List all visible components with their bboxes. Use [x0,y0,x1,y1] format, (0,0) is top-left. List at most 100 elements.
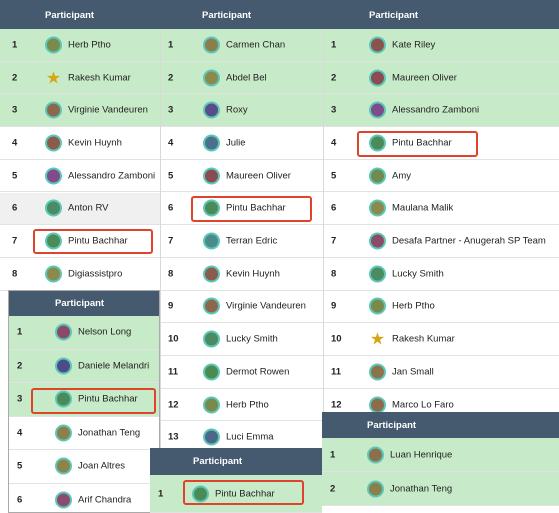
avatar [203,101,220,119]
rank-number: 3 [168,104,174,116]
leaderboard-panel-middle: Participant 1 Pintu Bachhar [150,448,322,513]
avatar [203,265,220,283]
rank-number: 1 [330,449,336,460]
avatar [369,297,386,315]
avatar [45,265,62,283]
participant-name: Abdel Bel [226,72,267,84]
avatar [369,101,386,119]
leaderboard-panel-left: Participant 1 Nelson Long 2 Daniele Melandr… [8,290,160,513]
table-row: 1 Kate Riley [323,29,559,62]
avatar [203,36,220,54]
table-row: 2 Abdel Bel [160,61,323,95]
participant-name: Arif Chandra [78,494,132,506]
table-row: 4 Julie [160,127,323,160]
column-header-participant: Participant [369,10,419,21]
table-row: 2 Daniele Melandri [9,349,159,383]
column-header-participant: Participant [202,10,252,21]
participant-name: Terran Edric [226,235,278,247]
table-row: 4 Kevin Huynh [0,127,160,160]
participant-name: Herb Ptho [68,39,111,51]
rank-number: 1 [12,39,18,51]
avatar [55,491,72,509]
rank-number: 2 [17,360,23,372]
rank-number: 11 [331,366,342,378]
avatar [55,357,72,375]
participant-name: Jonathan Teng [390,483,453,494]
participant-name: Alessandro Zamboni [68,170,156,182]
table-row: 11 Jan Small [323,356,559,389]
table-row: 5 Joan Altres [9,450,159,484]
rank-number: 3 [331,104,337,116]
avatar [203,363,220,381]
table-row: 10 Lucky Smith [160,323,323,356]
column-header-participant: Participant [193,456,243,467]
rank-number: 3 [12,104,18,116]
rank-number: 5 [168,170,174,182]
rank-number: 12 [331,399,342,411]
rank-number: 1 [168,39,174,51]
table-row: 8 Lucky Smith [323,257,559,291]
table-row: 1 Herb Ptho [0,29,160,62]
rank-number: 8 [331,268,337,280]
table-row: 5 Alessandro Zamboni [0,159,160,193]
highlight-box [183,480,304,505]
avatar [55,424,72,442]
rank-number: 6 [168,202,174,214]
rank-number: 12 [168,399,179,411]
avatar [369,199,386,217]
rank-number: 1 [331,39,337,51]
rank-number: 1 [158,488,164,499]
participant-name: Rakesh Kumar [68,72,131,84]
avatar [369,363,386,381]
table-row: 3 Virginie Vandeuren [0,94,160,128]
table-row: 1 Luan Henrique [322,438,559,472]
rank-number: 7 [12,235,18,247]
star-icon: ★ [369,329,386,349]
avatar [203,297,220,315]
table-row: 12 Herb Ptho [160,388,323,422]
participant-name: Lucky Smith [392,268,444,280]
participant-name: Jonathan Teng [78,427,141,439]
table-row: 1 Carmen Chan [160,29,323,62]
avatar [45,36,62,54]
highlight-box [357,131,478,157]
table-row: 6 Maulana Malik [323,192,559,226]
participant-name: Herb Ptho [392,300,435,312]
table-row: 2 Jonathan Teng [322,472,559,506]
avatar [369,69,386,87]
rank-number: 5 [17,460,23,472]
column-header-participant: Participant [45,10,95,21]
rank-number: 1 [17,326,23,338]
participant-name: Jan Small [392,366,434,378]
rank-number: 9 [331,300,337,312]
leaderboard-panel-right: Participant 1 Luan Henrique 2 Jonathan Teng [322,412,559,513]
leaderboard-header: Participant [9,291,159,316]
rank-number: 5 [12,170,18,182]
participant-name: Amy [392,170,411,182]
participant-name: Luci Emma [226,431,274,443]
participant-name: Alessandro Zamboni [392,104,480,116]
rank-number: 10 [168,333,179,345]
table-row: 2 ★ Rakesh Kumar [0,61,160,95]
rank-number: 6 [12,202,18,214]
avatar [369,36,386,54]
participant-name: Daniele Melandri [78,360,150,372]
participant-name: Lucky Smith [226,333,278,345]
table-row: 9 Herb Ptho [323,290,559,324]
column-divider [160,29,161,513]
participant-name: Maureen Oliver [392,72,457,84]
avatar [369,232,386,250]
rank-number: 6 [331,202,337,214]
avatar [367,446,384,463]
avatar [369,396,386,414]
star-icon: ★ [45,68,62,88]
participant-name: Rakesh Kumar [392,333,455,345]
avatar [45,199,62,217]
participant-name: Kate Riley [392,39,436,51]
table-row: 4 Jonathan Teng [9,416,159,450]
table-row: 6 Arif Chandra [9,483,159,512]
rank-number: 3 [17,393,23,405]
rank-number: 2 [331,72,337,84]
rank-number: 5 [331,170,337,182]
participant-name: Maureen Oliver [226,170,291,182]
